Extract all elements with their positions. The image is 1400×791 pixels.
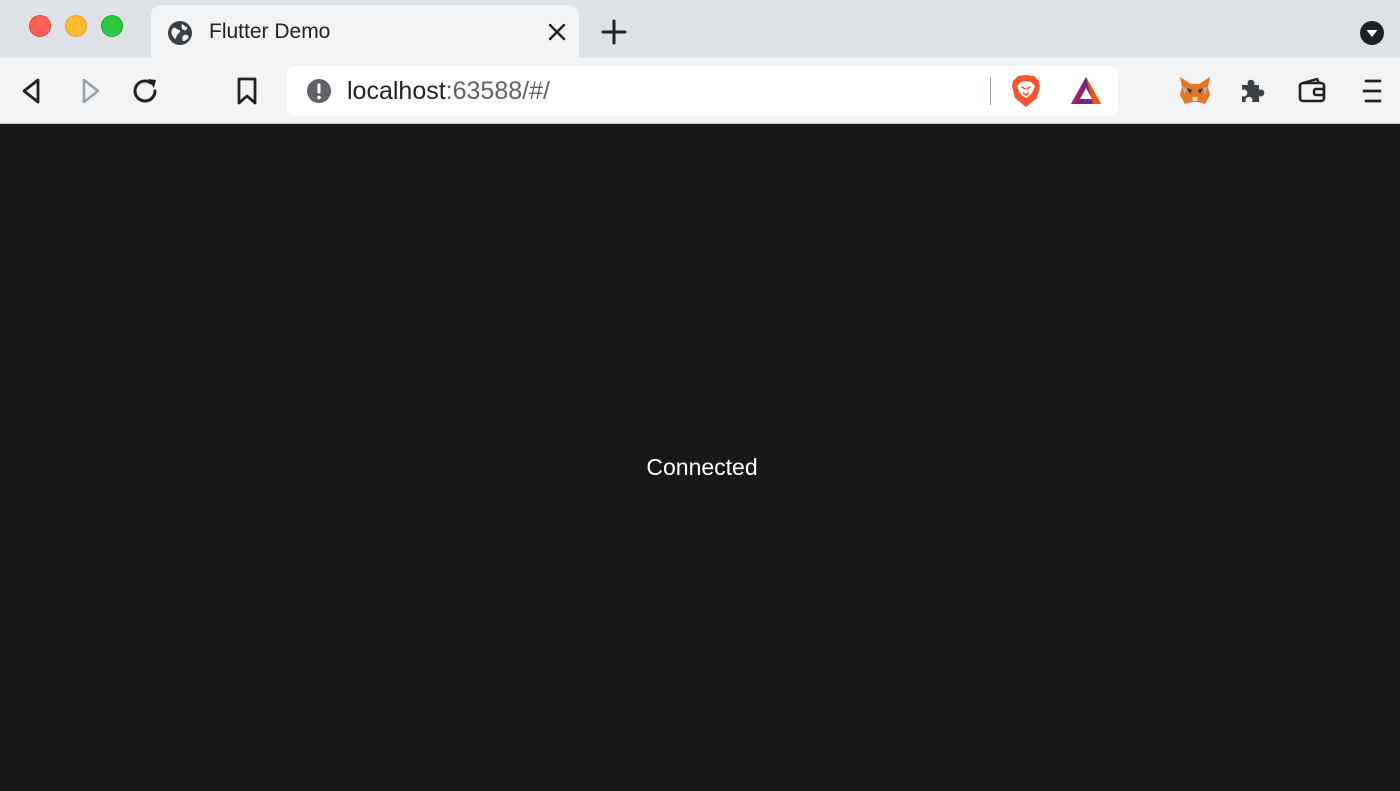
- page-content: Connected: [0, 125, 1400, 791]
- brave-rewards-bat-icon[interactable]: [1069, 75, 1103, 107]
- info-icon[interactable]: [306, 78, 332, 104]
- url-path: :63588/#/: [445, 77, 550, 105]
- reload-icon[interactable]: [131, 76, 161, 106]
- tab-flutter-demo[interactable]: Flutter Demo: [151, 5, 579, 58]
- window-maximize-button[interactable]: [101, 15, 123, 37]
- url-text[interactable]: localhost:63588/#/: [347, 77, 550, 105]
- metamask-fox-icon[interactable]: [1178, 75, 1212, 107]
- forward-icon[interactable]: [75, 76, 105, 106]
- address-bar-divider: [990, 77, 991, 105]
- bookmark-icon[interactable]: [232, 76, 262, 106]
- tab-close-icon[interactable]: [547, 22, 567, 42]
- connection-status-text: Connected: [646, 454, 758, 480]
- globe-icon: [168, 21, 192, 45]
- tab-strip: Flutter Demo: [0, 0, 1400, 58]
- window-close-button[interactable]: [29, 15, 51, 37]
- tab-title: Flutter Demo: [209, 20, 331, 43]
- browser-toolbar: localhost:63588/#/: [0, 58, 1400, 124]
- back-icon[interactable]: [18, 76, 48, 106]
- window-minimize-button[interactable]: [65, 15, 87, 37]
- extensions-puzzle-icon[interactable]: [1237, 76, 1267, 106]
- menu-icon[interactable]: [1359, 76, 1389, 106]
- tab-search-dropdown-icon[interactable]: [1359, 20, 1385, 46]
- address-bar[interactable]: localhost:63588/#/: [287, 66, 1118, 116]
- brave-shields-lion-icon[interactable]: [1010, 74, 1042, 108]
- url-host: localhost: [347, 77, 446, 105]
- wallet-icon[interactable]: [1297, 76, 1327, 106]
- new-tab-icon[interactable]: [601, 19, 627, 45]
